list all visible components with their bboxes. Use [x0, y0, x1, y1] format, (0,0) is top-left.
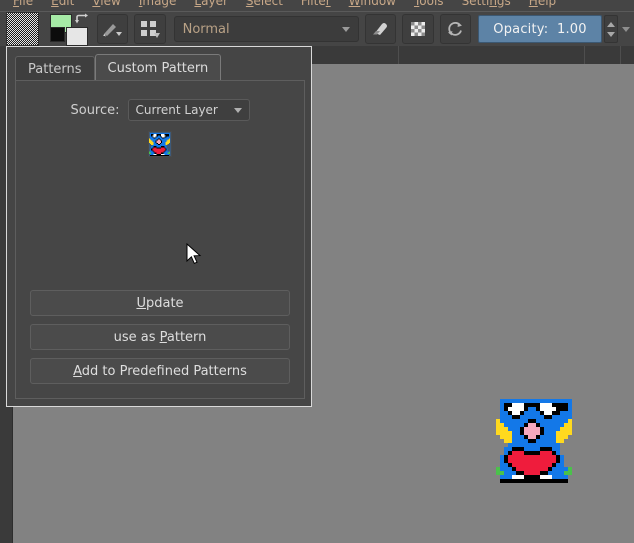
chevron-down-icon [233, 107, 242, 113]
black-color-chip[interactable] [50, 27, 66, 42]
swap-colors-icon[interactable] [73, 13, 89, 27]
update-button[interactable]: Update [30, 290, 290, 316]
source-row: Source: Current Layer [16, 99, 304, 121]
dialog-tabstrip: Patterns Custom Pattern [15, 54, 222, 81]
custom-pattern-tab-page: Source: Current Layer Update use as Patt… [15, 80, 305, 399]
use-as-pattern-button-label: use as Pattern [113, 329, 207, 345]
ruler-tick [584, 46, 585, 64]
menu-item-tools[interactable]: Tools [405, 0, 453, 11]
opacity-spinner[interactable] [604, 15, 618, 43]
menubar: File Edit View Image Layer Select Filter Window… [0, 0, 634, 11]
tab-custom-pattern[interactable]: Custom Pattern [94, 54, 222, 81]
spinner-down-icon[interactable] [607, 31, 615, 37]
foreground-background-color-area[interactable] [47, 13, 90, 46]
menu-item-help[interactable]: Help [520, 0, 565, 11]
eraser-toggle-button[interactable] [364, 14, 397, 44]
gimp-window: File Edit View Image Layer Select Filter Window… [0, 0, 634, 543]
checkerboard-icon [410, 22, 425, 36]
ruler-tick [398, 46, 399, 64]
source-combo[interactable]: Current Layer [127, 99, 250, 121]
blend-mode-value: Normal [182, 21, 230, 37]
ruler-tick [620, 46, 621, 64]
menu-item-image[interactable]: Image [130, 0, 186, 11]
menu-item-filter[interactable]: Filter [292, 0, 340, 11]
use-as-pattern-button[interactable]: use as Pattern [30, 324, 290, 350]
add-to-predefined-patterns-button-label: Add to Predefined Patterns [73, 363, 247, 379]
opacity-label: Opacity: [493, 21, 549, 37]
menu-item-file[interactable]: File [4, 0, 42, 11]
update-button-label: Update [136, 295, 184, 311]
pattern-preview-area [16, 131, 304, 157]
tab-patterns-label: Patterns [28, 61, 82, 77]
reset-tool-options-button[interactable] [439, 14, 471, 44]
menu-item-select[interactable]: Select [237, 0, 292, 11]
transparency-toggle-button[interactable] [402, 14, 434, 44]
reset-rotate-icon [448, 21, 463, 36]
add-to-predefined-patterns-button[interactable]: Add to Predefined Patterns [30, 358, 290, 384]
menu-item-view[interactable]: View [83, 0, 129, 11]
opacity-control[interactable]: Opacity: 1.00 [478, 15, 630, 43]
pattern-grid-icon [140, 21, 160, 38]
tool-options-toolbar: Normal Opacity: 1.00 [0, 12, 634, 46]
menu-item-settings[interactable]: Settings [453, 0, 520, 11]
blend-mode-combo[interactable]: Normal [173, 16, 359, 42]
pattern-selector-button[interactable] [134, 14, 166, 44]
opacity-menu-chevron-icon[interactable] [622, 26, 630, 32]
menu-item-layer[interactable]: Layer [185, 0, 236, 11]
dialog-button-stack: Update use as Pattern Add to Predefined … [30, 290, 290, 384]
opacity-value: 1.00 [556, 21, 587, 37]
chevron-down-icon [341, 26, 350, 32]
custom-pattern-thumbnail[interactable] [148, 131, 172, 157]
menu-item-window[interactable]: Window [340, 0, 405, 11]
brush-selector-button[interactable] [96, 14, 129, 44]
tab-custom-pattern-label: Custom Pattern [107, 60, 209, 76]
brush-icon [103, 24, 123, 37]
spinner-up-icon[interactable] [607, 21, 615, 27]
tab-patterns[interactable]: Patterns [15, 56, 95, 81]
background-color-swatch[interactable] [66, 27, 89, 46]
pixel-art-sprite[interactable] [496, 395, 576, 483]
custom-pattern-dialog: Patterns Custom Pattern Source: Current … [6, 46, 312, 407]
source-combo-value: Current Layer [135, 103, 218, 117]
opacity-slider[interactable]: Opacity: 1.00 [478, 15, 602, 43]
eraser-icon [373, 23, 388, 35]
noise-pattern-swatch[interactable] [6, 12, 40, 46]
menu-item-edit[interactable]: Edit [42, 0, 83, 11]
source-label: Source: [70, 102, 120, 118]
